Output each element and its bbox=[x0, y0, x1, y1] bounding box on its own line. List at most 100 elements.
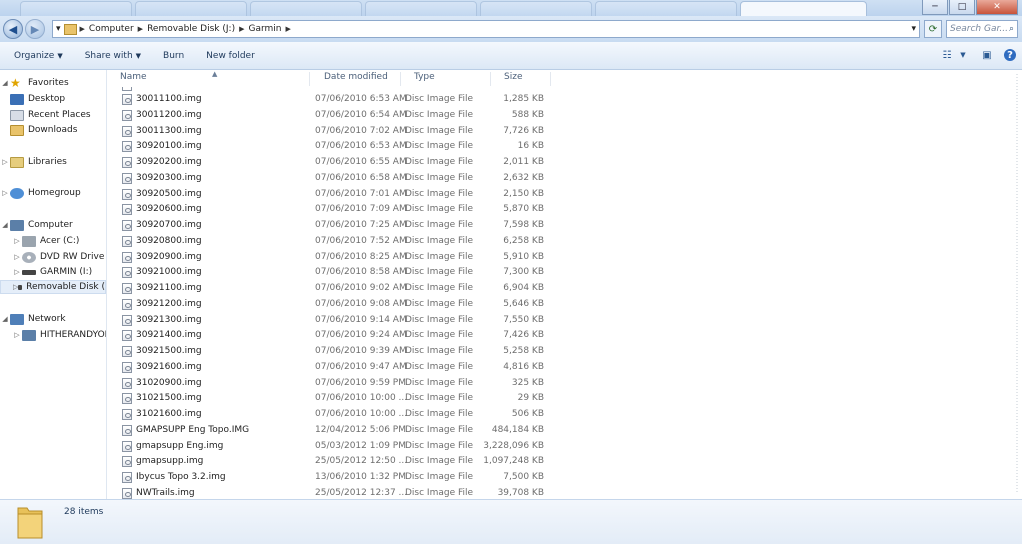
file-row[interactable]: 31021500.img 07/06/2010 10:00 ... Disc Ima… bbox=[119, 391, 549, 406]
file-name: 30921200.img bbox=[136, 298, 202, 309]
chevron-right-icon[interactable]: ▶ bbox=[80, 25, 85, 33]
file-date: 13/06/2010 1:32 PM bbox=[315, 472, 406, 482]
background-tab[interactable] bbox=[250, 1, 362, 16]
chevron-right-icon[interactable]: ▶ bbox=[138, 25, 143, 33]
background-tab[interactable] bbox=[365, 1, 477, 16]
nav-downloads[interactable]: Downloads bbox=[10, 123, 77, 137]
nav-favorites[interactable]: ◢ ★ Favorites bbox=[0, 76, 68, 90]
close-button[interactable]: ✕ bbox=[976, 0, 1018, 15]
file-row[interactable]: 30920500.img 07/06/2010 7:01 AM Disc Image… bbox=[119, 187, 549, 202]
recent-locations-icon[interactable]: ▾ bbox=[56, 24, 61, 34]
scrollbar-thumb[interactable] bbox=[1014, 74, 1020, 494]
search-input[interactable]: Search Gar... ⌕ bbox=[946, 20, 1018, 38]
address-bar[interactable]: ▾ ▶ Computer ▶ Removable Disk (J:) ▶ Gar… bbox=[52, 20, 920, 38]
expand-icon[interactable]: ▷ bbox=[0, 189, 10, 197]
file-date: 07/06/2010 6:54 AM bbox=[315, 109, 407, 120]
collapse-icon[interactable]: ◢ bbox=[0, 221, 10, 229]
chevron-right-icon[interactable]: ▶ bbox=[239, 25, 244, 33]
file-row[interactable]: 30920600.img 07/06/2010 7:09 AM Disc Image… bbox=[119, 202, 549, 217]
file-row[interactable]: 30011300.img 07/06/2010 7:02 AM Disc Image… bbox=[119, 124, 549, 139]
active-tab[interactable] bbox=[740, 1, 867, 16]
file-date: 07/06/2010 8:25 AM bbox=[315, 251, 407, 262]
command-bar: Organize ▼ Share with ▼ Burn New folder ☷ … bbox=[0, 42, 1022, 70]
file-row[interactable]: 30920300.img 07/06/2010 6:58 AM Disc Image… bbox=[119, 171, 549, 186]
organize-button[interactable]: Organize ▼ bbox=[14, 51, 63, 61]
nav-acer-drive[interactable]: ▷ Acer (C:) bbox=[12, 234, 79, 248]
burn-button[interactable]: Burn bbox=[163, 51, 184, 61]
nav-hitherandyon[interactable]: ▷ HITHERANDYON bbox=[12, 328, 106, 342]
chevron-right-icon[interactable]: ▶ bbox=[285, 25, 290, 33]
file-row[interactable]: GMAPSUPP Eng Topo.IMG 12/04/2012 5:06 PM D… bbox=[119, 423, 549, 438]
background-tab[interactable] bbox=[135, 1, 247, 16]
nav-recent-places[interactable]: Recent Places bbox=[10, 108, 91, 122]
breadcrumb-garmin[interactable]: Garmin bbox=[248, 24, 281, 34]
file-type: Disc Image File bbox=[405, 235, 474, 246]
computer-icon bbox=[22, 329, 36, 341]
file-row[interactable]: 30921000.img 07/06/2010 8:58 AM Disc Image… bbox=[119, 265, 549, 280]
share-with-button[interactable]: Share with ▼ bbox=[85, 51, 141, 61]
file-row[interactable]: 30921200.img 07/06/2010 9:08 AM Disc Image… bbox=[119, 297, 549, 312]
expand-icon[interactable]: ▷ bbox=[12, 253, 22, 261]
expand-icon[interactable]: ▷ bbox=[12, 237, 22, 245]
background-tab[interactable] bbox=[20, 1, 132, 16]
file-row[interactable]: 30920800.img 07/06/2010 7:52 AM Disc Image… bbox=[119, 234, 549, 249]
maximize-button[interactable]: □ bbox=[949, 0, 975, 15]
file-row[interactable]: 30920700.img 07/06/2010 7:25 AM Disc Image… bbox=[119, 218, 549, 233]
breadcrumb-computer[interactable]: Computer bbox=[89, 24, 134, 34]
column-header-type[interactable]: Type bbox=[401, 72, 491, 86]
file-row[interactable]: gmapsupp.img 25/05/2012 12:50 ... Disc Ima… bbox=[119, 454, 549, 469]
file-row[interactable]: 30921600.img 07/06/2010 9:47 AM Disc Image… bbox=[119, 360, 549, 375]
expand-icon[interactable]: ▷ bbox=[12, 268, 22, 276]
file-row[interactable]: 30921100.img 07/06/2010 9:02 AM Disc Image… bbox=[119, 281, 549, 296]
nav-dvd-drive[interactable]: ▷ DVD RW Drive (D bbox=[12, 250, 106, 264]
background-tab[interactable] bbox=[480, 1, 592, 16]
address-dropdown-icon[interactable]: ▾ bbox=[911, 24, 916, 34]
file-row[interactable]: 31021600.img 07/06/2010 10:00 ... Disc Ima… bbox=[119, 407, 549, 422]
file-row[interactable]: 30920900.img 07/06/2010 8:25 AM Disc Image… bbox=[119, 250, 549, 265]
file-size: 5,910 KB bbox=[503, 251, 544, 262]
disc-image-file-icon bbox=[122, 346, 132, 357]
collapse-icon[interactable]: ◢ bbox=[0, 315, 10, 323]
minimize-button[interactable]: ─ bbox=[922, 0, 948, 15]
nav-libraries[interactable]: ▷ Libraries bbox=[0, 155, 67, 169]
file-row[interactable]: 30921300.img 07/06/2010 9:14 AM Disc Image… bbox=[119, 313, 549, 328]
breadcrumb-removable-disk[interactable]: Removable Disk (J:) bbox=[147, 24, 235, 34]
expand-icon[interactable]: ▷ bbox=[0, 158, 10, 166]
back-button[interactable]: ◀ bbox=[3, 19, 23, 39]
forward-button[interactable]: ▶ bbox=[25, 19, 45, 39]
file-row[interactable]: 30920200.img 07/06/2010 6:55 AM Disc Image… bbox=[119, 155, 549, 170]
column-header-date[interactable]: Date modified bbox=[311, 72, 401, 86]
file-row[interactable]: gmapsupp Eng.img 05/03/2012 1:09 PM Disc I… bbox=[119, 439, 549, 454]
expand-icon[interactable]: ▷ bbox=[12, 331, 22, 339]
chevron-down-icon[interactable]: ▼ bbox=[956, 48, 970, 62]
column-header-size[interactable]: Size bbox=[491, 72, 551, 86]
disc-image-file-icon bbox=[122, 456, 132, 468]
nav-desktop[interactable]: Desktop bbox=[10, 92, 65, 106]
nav-homegroup[interactable]: ▷ Homegroup bbox=[0, 186, 81, 200]
new-folder-button[interactable]: New folder bbox=[206, 51, 255, 61]
file-row[interactable]: 30011100.img 07/06/2010 6:53 AM Disc Image… bbox=[119, 92, 549, 107]
sort-ascending-icon: ▲ bbox=[212, 70, 218, 78]
chevron-down-icon: ▼ bbox=[135, 51, 142, 60]
background-tab[interactable] bbox=[595, 1, 737, 16]
column-header-name[interactable]: Name ▲ bbox=[107, 70, 310, 86]
file-row[interactable]: 30920100.img 07/06/2010 6:53 AM Disc Image… bbox=[119, 139, 549, 154]
nav-garmin-drive[interactable]: ▷ GARMIN (I:) bbox=[12, 265, 92, 279]
file-type: Disc Image File bbox=[405, 172, 474, 183]
file-size: 7,550 KB bbox=[503, 314, 544, 325]
file-row[interactable]: 31020900.img 07/06/2010 9:59 PM Disc Image… bbox=[119, 376, 549, 391]
view-options-icon[interactable]: ☷ bbox=[940, 48, 954, 62]
nav-removable-disk[interactable]: ▷ Removable Disk ( bbox=[0, 280, 106, 294]
collapse-icon[interactable]: ◢ bbox=[0, 79, 10, 87]
refresh-button[interactable]: ⟳ bbox=[924, 20, 942, 38]
file-row[interactable]: 30921400.img 07/06/2010 9:24 AM Disc Image… bbox=[119, 328, 549, 343]
nav-computer[interactable]: ◢ Computer bbox=[0, 218, 73, 232]
file-row[interactable]: 30921500.img 07/06/2010 9:39 AM Disc Image… bbox=[119, 344, 549, 359]
file-row[interactable]: 30011200.img 07/06/2010 6:54 AM Disc Image… bbox=[119, 108, 549, 123]
preview-pane-icon[interactable]: ▣ bbox=[980, 48, 994, 62]
nav-network[interactable]: ◢ Network bbox=[0, 312, 66, 326]
file-row[interactable]: Ibycus Topo 3.2.img 13/06/2010 1:32 PM Dis… bbox=[119, 470, 549, 485]
file-date: 07/06/2010 9:08 AM bbox=[315, 298, 407, 309]
help-icon[interactable]: ? bbox=[1004, 49, 1016, 61]
disc-image-file-icon bbox=[122, 157, 132, 168]
